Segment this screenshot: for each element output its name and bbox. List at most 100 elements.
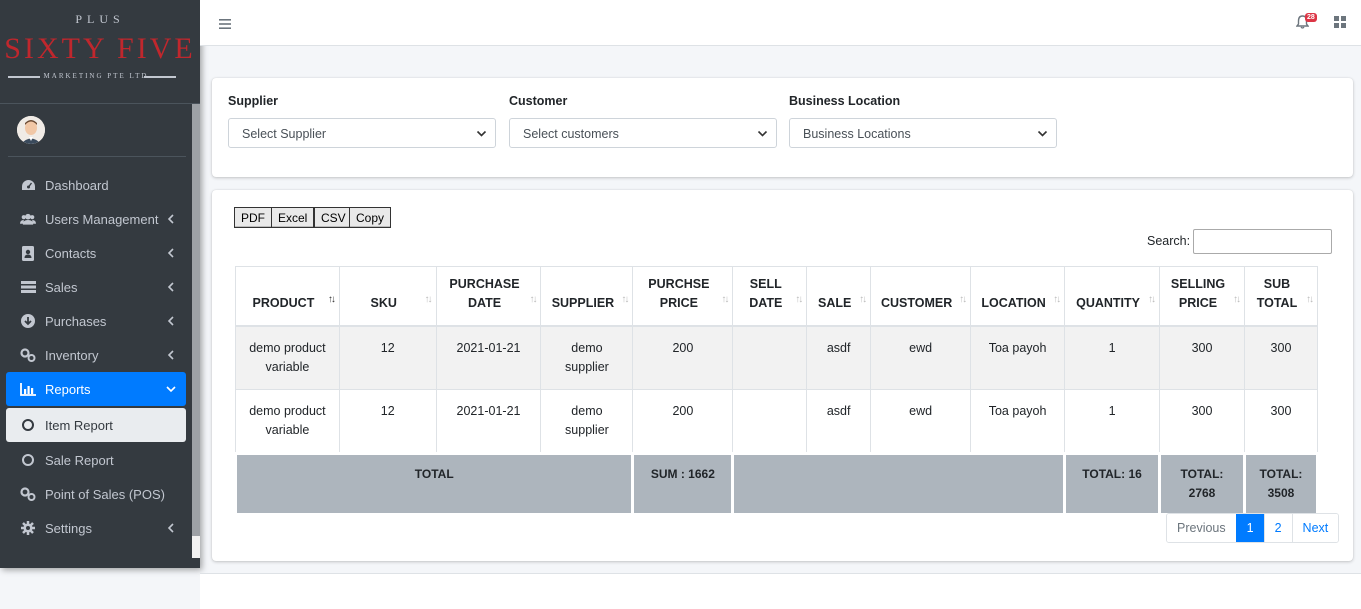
export-pdf-button[interactable]: PDF <box>234 207 272 228</box>
sidebar-nav: Dashboard Users Management Contacts Sale… <box>6 168 186 545</box>
sidebar-item-label: Users Management <box>45 211 159 227</box>
sidebar-item-label: Point of Sales (POS) <box>45 486 165 502</box>
sidebar-item-settings[interactable]: Settings <box>6 511 186 545</box>
avatar[interactable] <box>17 116 45 144</box>
customer-label: Customer <box>509 94 568 108</box>
col-product[interactable]: PRODUCT ↑↓ <box>235 266 340 327</box>
sort-icon: ↑↓ <box>795 293 803 305</box>
col-supplier[interactable]: SUPPLIER ↑↓ <box>540 266 634 327</box>
col-label: CUSTOMER <box>880 295 953 310</box>
pagination-page-2[interactable]: 2 <box>1263 514 1292 542</box>
sidebar-scrollbar-end <box>192 536 200 558</box>
sidebar-item-label: Reports <box>45 381 91 397</box>
cell-purchase-date: 2021-01-21 <box>435 388 542 454</box>
pagination-page-1[interactable]: 1 <box>1235 514 1264 542</box>
item-report-table: PRODUCT ↑↓ SKU ↑↓ PURCHASE DATE ↑↓ SUPPLIER ↑… <box>233 266 1320 516</box>
footer-sum: SUM : 1662 <box>631 451 735 516</box>
copy-button[interactable]: Copy <box>349 207 392 228</box>
supplier-select-value: Select Supplier <box>242 127 327 141</box>
sidebar-item-inventory[interactable]: Inventory <box>6 338 186 372</box>
cell-quantity: 1 <box>1064 325 1161 390</box>
sidebar-item-item-report[interactable]: Item Report <box>6 408 186 442</box>
col-purchase-date[interactable]: PURCHASE DATE ↑↓ <box>435 266 542 327</box>
sidebar-item-contacts[interactable]: Contacts <box>6 236 186 270</box>
sidebar-item-label: Item Report <box>45 417 113 433</box>
export-excel-button[interactable]: Excel <box>271 207 315 228</box>
col-label: LOCATION <box>981 295 1046 310</box>
reports-icon <box>20 381 36 397</box>
col-sell-date[interactable]: SELL DATE ↑↓ <box>732 266 808 327</box>
business-location-label: Business Location <box>789 94 901 108</box>
customer-select[interactable]: Select customers <box>509 118 777 148</box>
pagination-previous[interactable]: Previous <box>1167 514 1236 542</box>
sidebar-item-sales[interactable]: Sales <box>6 270 186 304</box>
col-selling-price[interactable]: SELLING PRICE ↑↓ <box>1159 266 1245 327</box>
user-panel <box>8 104 186 157</box>
sort-icon: ↑↓ <box>621 293 629 305</box>
sidebar-item-sale-report[interactable]: Sale Report <box>6 443 186 477</box>
col-location[interactable]: LOCATION ↑↓ <box>970 266 1066 327</box>
sidebar-item-dashboard[interactable]: Dashboard <box>6 168 186 202</box>
col-sku[interactable]: SKU ↑↓ <box>338 266 437 327</box>
chevron-left-icon <box>167 316 174 326</box>
sort-icon: ↑↓ <box>1053 293 1061 305</box>
supplier-select[interactable]: Select Supplier <box>228 118 496 148</box>
footer-total-quantity: TOTAL: 16 <box>1063 451 1162 516</box>
col-customer[interactable]: CUSTOMER ↑↓ <box>870 266 972 327</box>
cell-product: demo product variable <box>235 388 340 454</box>
search-label: Search: <box>1147 234 1191 248</box>
filter-card: Supplier Select Supplier Customer Select… <box>212 78 1353 177</box>
cell-quantity: 1 <box>1064 388 1161 454</box>
chevron-left-icon <box>167 523 174 533</box>
col-sub-total[interactable]: SUB TOTAL ↑↓ <box>1243 266 1319 327</box>
cell-sub-total: 300 <box>1243 388 1319 454</box>
cell-sell-date <box>732 325 808 390</box>
chevron-down-icon <box>166 386 176 393</box>
cell-supplier: demo supplier <box>540 325 634 390</box>
cell-product: demo product variable <box>235 325 340 390</box>
sidebar: PLUS SIXTY FIVE MARKETING PTE LTD Dashbo… <box>0 0 200 568</box>
sidebar-item-users-management[interactable]: Users Management <box>6 202 186 236</box>
menu-icon[interactable] <box>219 17 231 32</box>
sidebar-item-label: Sales <box>45 279 78 295</box>
col-label: SALE <box>817 295 852 310</box>
cell-sale: asdf <box>806 388 872 454</box>
export-csv-button[interactable]: CSV <box>314 207 353 228</box>
chevron-down-icon <box>476 130 487 137</box>
business-location-select[interactable]: Business Locations <box>789 118 1057 148</box>
cell-customer: ewd <box>870 325 972 390</box>
sort-icon: ↑↓ <box>959 293 967 305</box>
chevron-left-icon <box>167 248 174 258</box>
brand-divider <box>144 76 176 78</box>
sidebar-item-reports[interactable]: Reports <box>6 372 186 406</box>
col-sale[interactable]: SALE ↑↓ <box>806 266 872 327</box>
col-purchase-price[interactable]: PURCHSE PRICE ↑↓ <box>632 266 734 327</box>
footer-total-selling: TOTAL: 2768 <box>1158 451 1246 516</box>
cell-supplier: demo supplier <box>540 388 634 454</box>
chevron-left-icon <box>167 214 174 224</box>
col-label: QUANTITY <box>1076 295 1140 310</box>
business-location-select-value: Business Locations <box>803 127 911 141</box>
col-quantity[interactable]: QUANTITY ↑↓ <box>1064 266 1161 327</box>
grid-icon[interactable] <box>1334 16 1346 31</box>
chevron-left-icon <box>167 282 174 292</box>
col-label: SKU <box>370 295 397 310</box>
pagination: Previous 1 2 Next <box>1166 513 1340 543</box>
sidebar-item-pos[interactable]: Point of Sales (POS) <box>6 477 186 511</box>
search-input[interactable] <box>1193 229 1332 254</box>
chevron-down-icon <box>757 130 768 137</box>
cell-sku: 12 <box>338 325 437 390</box>
sidebar-scrollbar-thumb[interactable] <box>192 104 200 536</box>
cell-location: Toa payoh <box>970 388 1066 454</box>
table-row: demo product variable 12 2021-01-21 demo s… <box>235 388 1319 454</box>
pagination-next[interactable]: Next <box>1291 514 1339 542</box>
col-label: PRICE <box>1178 295 1218 310</box>
sidebar-item-purchases[interactable]: Purchases <box>6 304 186 338</box>
cell-customer: ewd <box>870 388 972 454</box>
cell-location: Toa payoh <box>970 325 1066 390</box>
sort-icon: ↑↓ <box>1232 293 1241 305</box>
brand-logo[interactable]: PLUS SIXTY FIVE MARKETING PTE LTD <box>0 0 200 104</box>
cell-purchase-price: 200 <box>632 388 734 454</box>
cell-sub-total: 300 <box>1243 325 1319 390</box>
chevron-down-icon <box>1037 130 1048 137</box>
